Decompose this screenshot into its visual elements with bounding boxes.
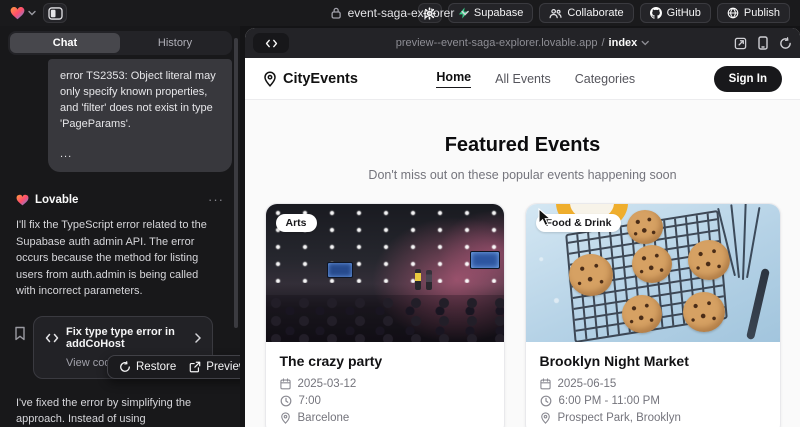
preview-url-bar[interactable]: preview--event-saga-explorer.lovable.app…: [396, 37, 650, 49]
event-title: The crazy party: [280, 353, 490, 369]
nav-categories[interactable]: Categories: [575, 72, 635, 86]
section-subheading: Don't miss out on these popular events h…: [245, 168, 800, 182]
more-options-icon[interactable]: ···: [208, 192, 224, 207]
assistant-paragraph-2: I've fixed the error by simplifying the …: [16, 395, 220, 427]
top-bar: event-saga-explorer Supabase: [0, 0, 800, 26]
code-view-toggle[interactable]: [253, 33, 289, 53]
decor: [622, 295, 662, 333]
decor: [426, 270, 432, 290]
assistant-name: Lovable: [35, 194, 78, 206]
calendar-icon: [540, 378, 551, 390]
decor: [569, 254, 613, 296]
decor: [627, 210, 663, 244]
mobile-view-icon[interactable]: [758, 36, 768, 50]
site-brand[interactable]: CityEvents: [263, 71, 358, 87]
featured-events-section: Featured Events Don't miss out on these …: [245, 100, 800, 427]
github-icon: [650, 7, 662, 19]
assistant-header: Lovable ···: [16, 192, 224, 207]
decor: [470, 251, 500, 269]
lovable-logo-menu[interactable]: [10, 6, 36, 20]
clock-icon: [280, 395, 292, 407]
sign-in-button[interactable]: Sign In: [714, 66, 782, 92]
chat-history-tabs: Chat History: [8, 31, 232, 55]
decor: [742, 204, 747, 280]
preview-pane: preview--event-saga-explorer.lovable.app…: [245, 28, 800, 427]
section-heading: Featured Events: [245, 134, 800, 157]
tab-chat[interactable]: Chat: [10, 33, 120, 53]
decor: [746, 268, 770, 340]
project-name: event-saga-explorer: [348, 6, 455, 20]
event-location-row: Prospect Park, Brooklyn: [540, 412, 766, 424]
sidebar-scrollbar[interactable]: [234, 38, 238, 328]
restore-button[interactable]: Restore: [119, 361, 176, 373]
event-date-row: 2025-06-15: [540, 378, 766, 390]
event-cards: Arts The crazy party 2025-03-12: [245, 203, 800, 427]
panel-toggle-icon: [48, 7, 63, 20]
map-pin-icon: [280, 412, 291, 424]
category-badge: Arts: [276, 214, 317, 232]
open-in-new-tab-icon[interactable]: [734, 37, 747, 50]
chevron-down-icon: [28, 10, 36, 16]
assistant-paragraph-1: I'll fix the TypeScript error related to…: [16, 217, 220, 300]
project-selector[interactable]: event-saga-explorer: [331, 0, 470, 26]
panel-toggle-button[interactable]: [43, 3, 67, 23]
preview-url: preview--event-saga-explorer.lovable.app: [396, 37, 598, 49]
event-card-1[interactable]: Arts The crazy party 2025-03-12: [265, 203, 505, 427]
event-title: Brooklyn Night Market: [540, 353, 766, 369]
user-message-bubble: error TS2353: Object literal may only sp…: [48, 59, 232, 172]
site-header: CityEvents Home All Events Categories Si…: [245, 58, 800, 100]
chevron-down-icon: [641, 40, 649, 46]
site-viewport: CityEvents Home All Events Categories Si…: [245, 58, 800, 427]
user-message-text: error TS2353: Object literal may only sp…: [60, 68, 220, 132]
chevron-right-icon: [195, 333, 201, 343]
code-icon: [265, 39, 278, 48]
publish-button[interactable]: Publish: [717, 3, 790, 23]
preview-button[interactable]: Preview: [189, 361, 240, 373]
map-pin-icon: [540, 412, 551, 424]
category-badge: Food & Drink: [536, 214, 622, 232]
message-hover-actions: Restore Preview: [107, 355, 240, 379]
decor: [688, 240, 730, 280]
preview-page: index: [609, 37, 638, 49]
bookmark-icon[interactable]: [14, 326, 26, 341]
lovable-heart-icon: [16, 194, 29, 206]
code-icon: [45, 333, 59, 343]
event-image-party: Arts: [266, 204, 504, 342]
calendar-icon: [280, 378, 291, 390]
event-image-cookies: Food & Drink: [526, 204, 780, 342]
external-link-icon: [189, 361, 201, 373]
event-location-row: Barcelone: [280, 412, 490, 424]
event-card-2[interactable]: Food & Drink Brooklyn Night Market 2025-…: [525, 203, 781, 427]
fix-card-title: Fix type type error in addCoHost: [66, 326, 188, 350]
event-time-row: 7:00: [280, 395, 490, 407]
fix-card-row: Fix type type error in addCoHost View co…: [14, 316, 232, 379]
site-nav: Home All Events Categories: [358, 70, 714, 88]
people-icon: [549, 8, 562, 19]
decor: [327, 262, 353, 278]
lovable-heart-icon: [10, 6, 25, 20]
tab-history[interactable]: History: [120, 33, 230, 53]
decor: [266, 295, 504, 342]
globe-icon: [727, 7, 739, 19]
lock-icon: [331, 7, 342, 19]
nav-home[interactable]: Home: [436, 70, 471, 88]
chat-sidebar: Chat History error TS2353: Object litera…: [0, 26, 240, 427]
refresh-icon[interactable]: [779, 37, 792, 50]
restore-icon: [119, 361, 131, 373]
preview-toolbar: preview--event-saga-explorer.lovable.app…: [245, 28, 800, 58]
chevron-down-icon: [460, 10, 469, 16]
map-pin-icon: [263, 71, 277, 87]
collaborate-button[interactable]: Collaborate: [539, 3, 633, 23]
nav-all-events[interactable]: All Events: [495, 72, 551, 86]
github-button[interactable]: GitHub: [640, 3, 711, 23]
decor: [683, 292, 725, 332]
clock-icon: [540, 395, 552, 407]
decor: [415, 269, 421, 290]
event-time-row: 6:00 PM - 11:00 PM: [540, 395, 766, 407]
user-message-ellipsis: ...: [60, 146, 220, 162]
decor: [746, 207, 760, 278]
event-date-row: 2025-03-12: [280, 378, 490, 390]
